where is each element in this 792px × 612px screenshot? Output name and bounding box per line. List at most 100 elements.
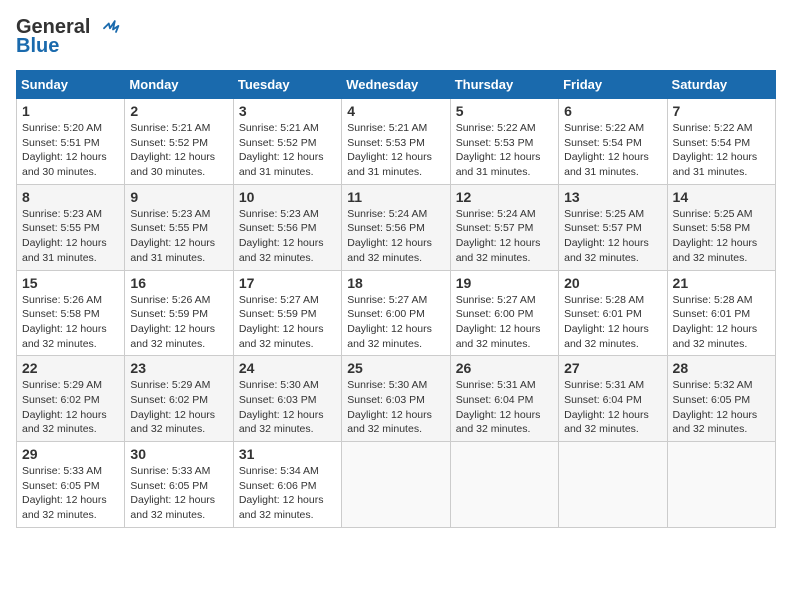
day-number: 30 xyxy=(130,446,227,462)
day-info: Sunrise: 5:33 AM Sunset: 6:05 PM Dayligh… xyxy=(22,464,119,523)
day-info: Sunrise: 5:30 AM Sunset: 6:03 PM Dayligh… xyxy=(239,378,336,437)
week-row: 15 Sunrise: 5:26 AM Sunset: 5:58 PM Dayli… xyxy=(17,270,776,356)
day-info: Sunrise: 5:20 AM Sunset: 5:51 PM Dayligh… xyxy=(22,121,119,180)
day-number: 23 xyxy=(130,360,227,376)
logo: General Blue xyxy=(16,16,122,58)
day-number: 1 xyxy=(22,103,119,119)
calendar-cell: 18Sunrise: 5:27 AM Sunset: 6:00 PM Dayli… xyxy=(342,270,450,356)
week-row: 8 Sunrise: 5:23 AM Sunset: 5:55 PM Daylig… xyxy=(17,184,776,270)
calendar-cell: 31 Sunrise: 5:34 AM Sunset: 6:06 PM Dayli… xyxy=(233,442,341,528)
calendar-cell: 25 Sunrise: 5:30 AM Sunset: 6:03 PM Dayli… xyxy=(342,356,450,442)
day-info: Sunrise: 5:31 AM Sunset: 6:04 PM Dayligh… xyxy=(456,378,553,437)
day-number: 17 xyxy=(239,275,336,291)
calendar-cell xyxy=(667,442,775,528)
day-info: Sunrise: 5:32 AM Sunset: 6:05 PM Dayligh… xyxy=(673,378,770,437)
day-number: 11 xyxy=(347,189,444,205)
day-info: Sunrise: 5:31 AM Sunset: 6:04 PM Dayligh… xyxy=(564,378,661,437)
day-number: 5 xyxy=(456,103,553,119)
day-info: Sunrise: 5:21 AM Sunset: 5:52 PM Dayligh… xyxy=(239,121,336,180)
day-header-thursday: Thursday xyxy=(450,71,558,99)
calendar-cell: 12 Sunrise: 5:24 AM Sunset: 5:57 PM Dayli… xyxy=(450,184,558,270)
day-number: 16 xyxy=(130,275,227,291)
day-header-friday: Friday xyxy=(559,71,667,99)
day-info: Sunrise: 5:22 AM Sunset: 5:54 PM Dayligh… xyxy=(673,121,770,180)
day-info: Sunrise: 5:27 AM Sunset: 5:59 PM Dayligh… xyxy=(239,293,336,352)
calendar-cell: 16 Sunrise: 5:26 AM Sunset: 5:59 PM Dayli… xyxy=(125,270,233,356)
day-header-saturday: Saturday xyxy=(667,71,775,99)
day-number: 19 xyxy=(456,275,553,291)
day-number: 8 xyxy=(22,189,119,205)
day-number: 25 xyxy=(347,360,444,376)
calendar-cell: 10 Sunrise: 5:23 AM Sunset: 5:56 PM Dayli… xyxy=(233,184,341,270)
day-info: Sunrise: 5:24 AM Sunset: 5:57 PM Dayligh… xyxy=(456,207,553,266)
day-info: Sunrise: 5:34 AM Sunset: 6:06 PM Dayligh… xyxy=(239,464,336,523)
calendar-cell: 14Sunrise: 5:25 AM Sunset: 5:58 PM Dayli… xyxy=(667,184,775,270)
calendar-cell xyxy=(559,442,667,528)
calendar-cell: 26 Sunrise: 5:31 AM Sunset: 6:04 PM Dayli… xyxy=(450,356,558,442)
day-number: 27 xyxy=(564,360,661,376)
day-number: 3 xyxy=(239,103,336,119)
day-number: 28 xyxy=(673,360,770,376)
day-number: 12 xyxy=(456,189,553,205)
calendar-cell: 27 Sunrise: 5:31 AM Sunset: 6:04 PM Dayli… xyxy=(559,356,667,442)
day-info: Sunrise: 5:26 AM Sunset: 5:59 PM Dayligh… xyxy=(130,293,227,352)
day-info: Sunrise: 5:29 AM Sunset: 6:02 PM Dayligh… xyxy=(130,378,227,437)
day-number: 15 xyxy=(22,275,119,291)
calendar-cell: 20 Sunrise: 5:28 AM Sunset: 6:01 PM Dayli… xyxy=(559,270,667,356)
day-info: Sunrise: 5:28 AM Sunset: 6:01 PM Dayligh… xyxy=(673,293,770,352)
calendar-cell: 3 Sunrise: 5:21 AM Sunset: 5:52 PM Daylig… xyxy=(233,99,341,185)
calendar-cell: 2 Sunrise: 5:21 AM Sunset: 5:52 PM Daylig… xyxy=(125,99,233,185)
day-info: Sunrise: 5:26 AM Sunset: 5:58 PM Dayligh… xyxy=(22,293,119,352)
day-number: 26 xyxy=(456,360,553,376)
calendar-cell xyxy=(450,442,558,528)
calendar-cell: 8 Sunrise: 5:23 AM Sunset: 5:55 PM Daylig… xyxy=(17,184,125,270)
calendar-cell: 13Sunrise: 5:25 AM Sunset: 5:57 PM Dayli… xyxy=(559,184,667,270)
calendar-cell: 30Sunrise: 5:33 AM Sunset: 6:05 PM Dayli… xyxy=(125,442,233,528)
calendar-cell: 9Sunrise: 5:23 AM Sunset: 5:55 PM Daylig… xyxy=(125,184,233,270)
day-info: Sunrise: 5:22 AM Sunset: 5:53 PM Dayligh… xyxy=(456,121,553,180)
day-number: 20 xyxy=(564,275,661,291)
calendar-cell: 6 Sunrise: 5:22 AM Sunset: 5:54 PM Daylig… xyxy=(559,99,667,185)
day-info: Sunrise: 5:23 AM Sunset: 5:56 PM Dayligh… xyxy=(239,207,336,266)
day-number: 24 xyxy=(239,360,336,376)
calendar-cell: 21Sunrise: 5:28 AM Sunset: 6:01 PM Dayli… xyxy=(667,270,775,356)
day-info: Sunrise: 5:30 AM Sunset: 6:03 PM Dayligh… xyxy=(347,378,444,437)
day-number: 14 xyxy=(673,189,770,205)
day-number: 9 xyxy=(130,189,227,205)
calendar-cell: 29 Sunrise: 5:33 AM Sunset: 6:05 PM Dayli… xyxy=(17,442,125,528)
day-number: 31 xyxy=(239,446,336,462)
calendar-cell: 17 Sunrise: 5:27 AM Sunset: 5:59 PM Dayli… xyxy=(233,270,341,356)
day-number: 13 xyxy=(564,189,661,205)
day-info: Sunrise: 5:22 AM Sunset: 5:54 PM Dayligh… xyxy=(564,121,661,180)
day-number: 22 xyxy=(22,360,119,376)
calendar-cell xyxy=(342,442,450,528)
calendar-cell: 24 Sunrise: 5:30 AM Sunset: 6:03 PM Dayli… xyxy=(233,356,341,442)
day-number: 18 xyxy=(347,275,444,291)
calendar-cell: 22Sunrise: 5:29 AM Sunset: 6:02 PM Dayli… xyxy=(17,356,125,442)
calendar-cell: 4Sunrise: 5:21 AM Sunset: 5:53 PM Daylig… xyxy=(342,99,450,185)
week-row: 29 Sunrise: 5:33 AM Sunset: 6:05 PM Dayli… xyxy=(17,442,776,528)
calendar-cell: 15 Sunrise: 5:26 AM Sunset: 5:58 PM Dayli… xyxy=(17,270,125,356)
header-row: SundayMondayTuesdayWednesdayThursdayFrid… xyxy=(17,71,776,99)
day-number: 10 xyxy=(239,189,336,205)
day-number: 7 xyxy=(673,103,770,119)
day-info: Sunrise: 5:28 AM Sunset: 6:01 PM Dayligh… xyxy=(564,293,661,352)
week-row: 1 Sunrise: 5:20 AM Sunset: 5:51 PM Daylig… xyxy=(17,99,776,185)
header: General Blue xyxy=(16,16,776,58)
day-info: Sunrise: 5:27 AM Sunset: 6:00 PM Dayligh… xyxy=(456,293,553,352)
day-number: 2 xyxy=(130,103,227,119)
day-number: 6 xyxy=(564,103,661,119)
day-number: 29 xyxy=(22,446,119,462)
day-header-wednesday: Wednesday xyxy=(342,71,450,99)
day-info: Sunrise: 5:23 AM Sunset: 5:55 PM Dayligh… xyxy=(22,207,119,266)
calendar-cell: 5 Sunrise: 5:22 AM Sunset: 5:53 PM Daylig… xyxy=(450,99,558,185)
calendar-cell: 23 Sunrise: 5:29 AM Sunset: 6:02 PM Dayli… xyxy=(125,356,233,442)
day-header-sunday: Sunday xyxy=(17,71,125,99)
calendar-table: SundayMondayTuesdayWednesdayThursdayFrid… xyxy=(16,70,776,528)
week-row: 22 Sunrise: 5:29 AM Sunset: 6:02 PM Dayli… xyxy=(17,356,776,442)
calendar-cell: 7 Sunrise: 5:22 AM Sunset: 5:54 PM Daylig… xyxy=(667,99,775,185)
day-info: Sunrise: 5:21 AM Sunset: 5:53 PM Dayligh… xyxy=(347,121,444,180)
calendar-cell: 11 Sunrise: 5:24 AM Sunset: 5:56 PM Dayli… xyxy=(342,184,450,270)
day-info: Sunrise: 5:21 AM Sunset: 5:52 PM Dayligh… xyxy=(130,121,227,180)
day-info: Sunrise: 5:24 AM Sunset: 5:56 PM Dayligh… xyxy=(347,207,444,266)
